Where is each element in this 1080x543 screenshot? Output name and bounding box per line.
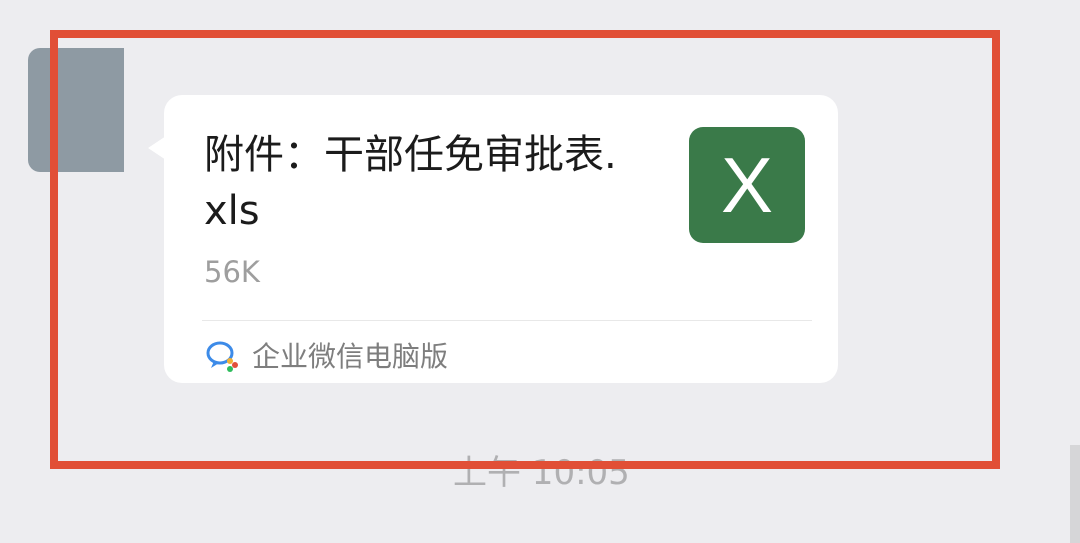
highlight-box [50, 30, 1000, 469]
scrollbar-edge [1070, 445, 1080, 543]
